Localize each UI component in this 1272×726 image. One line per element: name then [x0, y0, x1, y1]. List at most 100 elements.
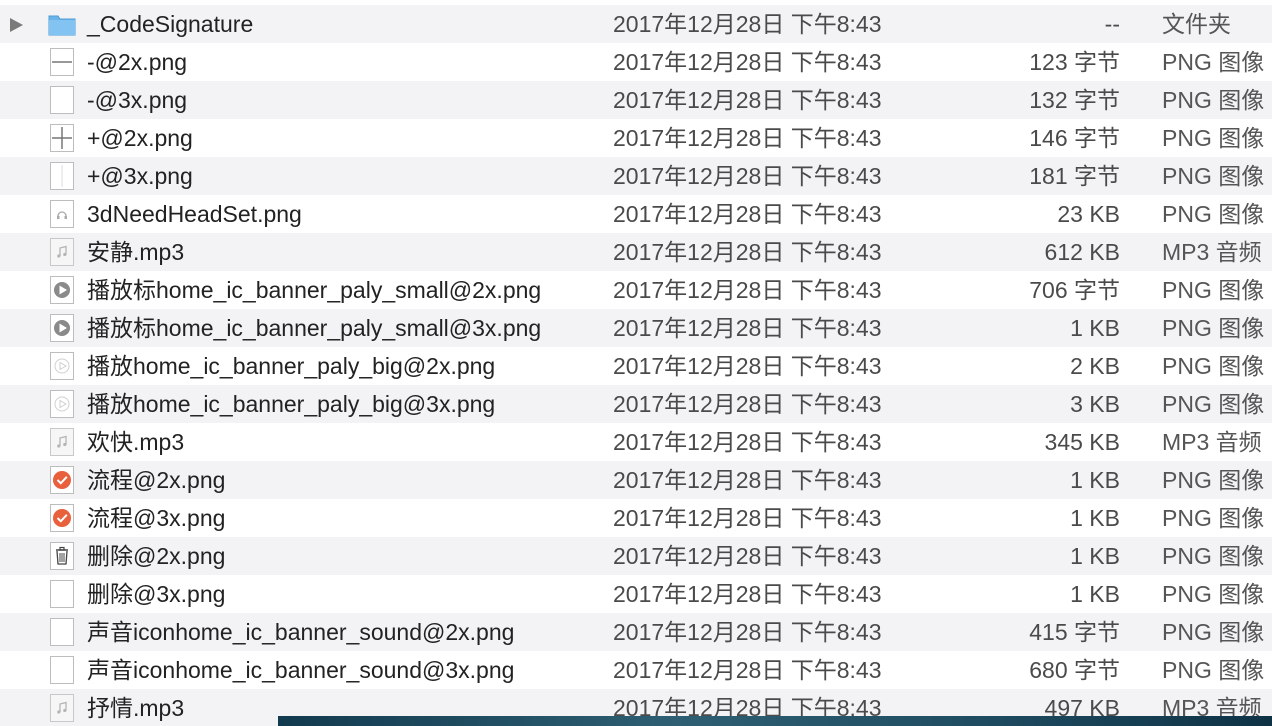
blank-image-icon — [47, 617, 77, 647]
file-row[interactable]: +@2x.png 2017年12月28日 下午8:43 146 字节 PNG 图像 — [0, 119, 1272, 157]
date-modified: 2017年12月28日 下午8:43 — [613, 429, 882, 455]
file-row[interactable]: 欢快.mp3 2017年12月28日 下午8:43 345 KB MP3 音频 — [0, 423, 1272, 461]
file-row[interactable]: +@3x.png 2017年12月28日 下午8:43 181 字节 PNG 图像 — [0, 157, 1272, 195]
date-modified: 2017年12月28日 下午8:43 — [613, 277, 882, 303]
file-row[interactable]: 播放标home_ic_banner_paly_small@3x.png 2017年… — [0, 309, 1272, 347]
file-kind: PNG 图像 — [1162, 505, 1265, 531]
file-row[interactable]: 声音iconhome_ic_banner_sound@3x.png 2017年12… — [0, 651, 1272, 689]
date-modified: 2017年12月28日 下午8:43 — [613, 315, 882, 341]
file-kind: MP3 音频 — [1162, 429, 1262, 455]
file-name: 播放标home_ic_banner_paly_small@3x.png — [87, 315, 542, 341]
file-name: 声音iconhome_ic_banner_sound@3x.png — [87, 657, 515, 683]
file-name: 播放标home_ic_banner_paly_small@2x.png — [87, 277, 542, 303]
file-name: +@2x.png — [87, 125, 193, 151]
audio-file-icon — [47, 427, 77, 457]
date-modified: 2017年12月28日 下午8:43 — [613, 239, 882, 265]
file-size: 1 KB — [1070, 315, 1120, 341]
file-kind: PNG 图像 — [1162, 619, 1265, 645]
file-name: -@3x.png — [87, 87, 188, 113]
file-row[interactable]: 声音iconhome_ic_banner_sound@2x.png 2017年12… — [0, 613, 1272, 651]
file-row[interactable]: -@3x.png 2017年12月28日 下午8:43 132 字节 PNG 图像 — [0, 81, 1272, 119]
date-modified: 2017年12月28日 下午8:43 — [613, 543, 882, 569]
play-small-icon — [47, 313, 77, 343]
date-modified: 2017年12月28日 下午8:43 — [613, 11, 882, 37]
blank-image-icon — [47, 579, 77, 609]
file-name: 3dNeedHeadSet.png — [87, 201, 302, 227]
file-size: 3 KB — [1070, 391, 1120, 417]
folder-icon — [47, 9, 77, 39]
file-name: 安静.mp3 — [87, 239, 185, 265]
file-kind: PNG 图像 — [1162, 391, 1265, 417]
file-size: 1 KB — [1070, 581, 1120, 607]
file-name: 删除@2x.png — [87, 543, 226, 569]
file-row[interactable]: 播放标home_ic_banner_paly_small@2x.png 2017年… — [0, 271, 1272, 309]
file-name: 播放home_ic_banner_paly_big@2x.png — [87, 353, 496, 379]
file-kind: PNG 图像 — [1162, 277, 1265, 303]
audio-file-icon — [47, 693, 77, 723]
date-modified: 2017年12月28日 下午8:43 — [613, 581, 882, 607]
file-name: 声音iconhome_ic_banner_sound@2x.png — [87, 619, 515, 645]
file-row[interactable]: 删除@2x.png 2017年12月28日 下午8:43 1 KB PNG 图像 — [0, 537, 1272, 575]
desktop-background-strip — [278, 716, 1272, 726]
file-name: 删除@3x.png — [87, 581, 226, 607]
file-kind: PNG 图像 — [1162, 581, 1265, 607]
file-name: _CodeSignature — [87, 11, 254, 37]
file-size: -- — [1104, 11, 1120, 37]
file-size: 345 KB — [1044, 429, 1120, 455]
file-kind: PNG 图像 — [1162, 163, 1265, 189]
date-modified: 2017年12月28日 下午8:43 — [613, 467, 882, 493]
file-kind: PNG 图像 — [1162, 315, 1265, 341]
orange-check-icon — [47, 503, 77, 533]
file-kind: MP3 音频 — [1162, 239, 1262, 265]
file-size: 123 字节 — [1029, 49, 1120, 75]
file-size: 680 字节 — [1029, 657, 1120, 683]
file-kind: PNG 图像 — [1162, 87, 1265, 113]
file-name: +@3x.png — [87, 163, 193, 189]
file-name: 流程@2x.png — [87, 467, 226, 493]
blank-image-icon — [47, 85, 77, 115]
date-modified: 2017年12月28日 下午8:43 — [613, 657, 882, 683]
date-modified: 2017年12月28日 下午8:43 — [613, 201, 882, 227]
file-row[interactable]: 删除@3x.png 2017年12月28日 下午8:43 1 KB PNG 图像 — [0, 575, 1272, 613]
file-kind: PNG 图像 — [1162, 125, 1265, 151]
file-size: 23 KB — [1057, 201, 1120, 227]
file-size: 706 字节 — [1029, 277, 1120, 303]
file-size: 415 字节 — [1029, 619, 1120, 645]
date-modified: 2017年12月28日 下午8:43 — [613, 505, 882, 531]
file-row[interactable]: 播放home_ic_banner_paly_big@2x.png 2017年12月… — [0, 347, 1272, 385]
file-kind: PNG 图像 — [1162, 657, 1265, 683]
date-modified: 2017年12月28日 下午8:43 — [613, 49, 882, 75]
date-modified: 2017年12月28日 下午8:43 — [613, 619, 882, 645]
file-kind: 文件夹 — [1162, 11, 1231, 37]
file-kind: PNG 图像 — [1162, 49, 1265, 75]
file-size: 1 KB — [1070, 543, 1120, 569]
minus-image-icon — [47, 47, 77, 77]
file-row[interactable]: 流程@3x.png 2017年12月28日 下午8:43 1 KB PNG 图像 — [0, 499, 1272, 537]
play-big-icon — [47, 389, 77, 419]
headset-image-icon — [47, 199, 77, 229]
file-name: 欢快.mp3 — [87, 429, 185, 455]
file-row[interactable]: _CodeSignature 2017年12月28日 下午8:43 -- 文件夹 — [0, 5, 1272, 43]
plus-image-icon — [47, 123, 77, 153]
audio-file-icon — [47, 237, 77, 267]
file-row[interactable]: 播放home_ic_banner_paly_big@3x.png 2017年12月… — [0, 385, 1272, 423]
file-list: _CodeSignature 2017年12月28日 下午8:43 -- 文件夹 -@2… — [0, 0, 1272, 726]
disclosure-triangle-icon[interactable] — [10, 18, 23, 32]
play-big-icon — [47, 351, 77, 381]
date-modified: 2017年12月28日 下午8:43 — [613, 87, 882, 113]
blank-image-icon — [47, 655, 77, 685]
file-row[interactable]: 安静.mp3 2017年12月28日 下午8:43 612 KB MP3 音频 — [0, 233, 1272, 271]
file-row[interactable]: 流程@2x.png 2017年12月28日 下午8:43 1 KB PNG 图像 — [0, 461, 1272, 499]
date-modified: 2017年12月28日 下午8:43 — [613, 163, 882, 189]
date-modified: 2017年12月28日 下午8:43 — [613, 391, 882, 417]
file-row[interactable]: 3dNeedHeadSet.png 2017年12月28日 下午8:43 23 KB… — [0, 195, 1272, 233]
file-kind: PNG 图像 — [1162, 543, 1265, 569]
date-modified: 2017年12月28日 下午8:43 — [613, 125, 882, 151]
file-size: 1 KB — [1070, 505, 1120, 531]
date-modified: 2017年12月28日 下午8:43 — [613, 353, 882, 379]
file-name: 抒情.mp3 — [87, 695, 185, 721]
file-kind: PNG 图像 — [1162, 201, 1265, 227]
file-size: 612 KB — [1044, 239, 1120, 265]
file-row[interactable]: -@2x.png 2017年12月28日 下午8:43 123 字节 PNG 图像 — [0, 43, 1272, 81]
file-name: 流程@3x.png — [87, 505, 226, 531]
